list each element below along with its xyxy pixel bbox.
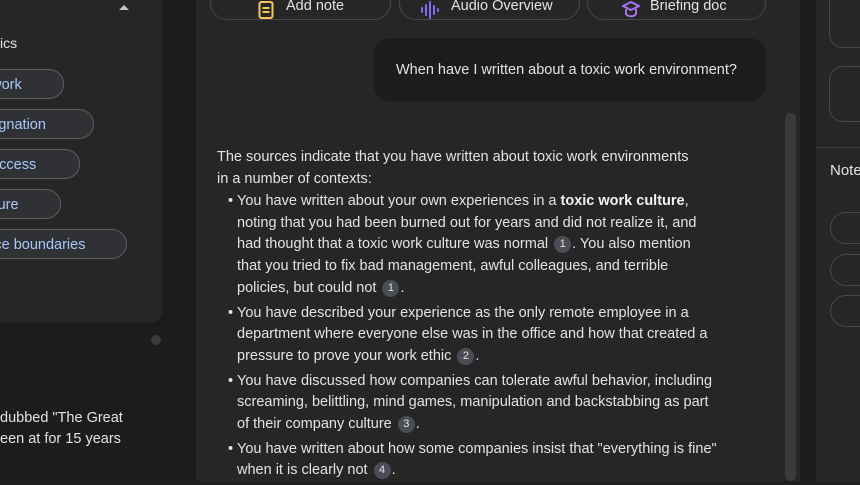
notes-divider: [816, 147, 860, 148]
answer-intro-line: The sources indicate that you have writt…: [217, 149, 689, 165]
notes-heading: Note: [830, 162, 860, 179]
citation-badge[interactable]: 3: [397, 416, 415, 434]
add-note-button[interactable]: Add note: [210, 0, 391, 20]
scroll-indicator[interactable]: [151, 335, 161, 345]
snippet-line: dubbed "The Great: [0, 410, 123, 426]
bullet-text: You have written about your own experien…: [237, 193, 561, 209]
audio-overview-button[interactable]: Audio Overview: [399, 0, 580, 20]
topic-chip[interactable]: place boundaries: [0, 229, 127, 259]
bullet-text: .: [391, 462, 396, 479]
bullet-text: You have written about how some companie…: [237, 440, 717, 479]
user-message-bubble: When have I written about a toxic work e…: [374, 38, 766, 101]
topics-section-label: ics: [0, 35, 18, 51]
topic-chip[interactable]: culture: [0, 189, 61, 219]
answer-intro-line: in a number of contexts:: [217, 171, 372, 187]
panel-gap: [180, 0, 196, 481]
notes-action-button[interactable]: [830, 254, 860, 286]
bullet-bold-text: toxic work culture: [560, 193, 685, 209]
answer-bullet: You have discussed how companies can tol…: [217, 371, 717, 436]
topic-chip[interactable]: r success: [0, 149, 80, 179]
topic-chip[interactable]: resignation: [0, 109, 94, 139]
left-column: ics te work resignation r success cultur…: [0, 0, 180, 481]
user-message-text: When have I written about a toxic work e…: [396, 62, 737, 78]
source-snippet: dubbed "The Great een at for 15 years: [0, 408, 123, 450]
studio-card[interactable]: [829, 66, 860, 122]
snippet-line: een at for 15 years: [0, 431, 121, 447]
answer-intro: The sources indicate that you have writt…: [217, 146, 717, 190]
add-note-label: Add note: [286, 0, 345, 14]
assistant-answer: The sources indicate that you have writt…: [217, 146, 717, 485]
panel-gap: [800, 0, 816, 481]
audio-overview-card[interactable]: [829, 0, 860, 48]
briefing-doc-label: Briefing doc: [650, 0, 727, 14]
answer-bullet-list: You have written about your own experien…: [217, 191, 717, 482]
waveform-icon: [420, 1, 439, 19]
bullet-text: .: [475, 347, 480, 364]
citation-badge[interactable]: 2: [457, 347, 475, 365]
notes-action-button[interactable]: [830, 295, 860, 327]
bullet-text: .: [415, 416, 420, 433]
audio-overview-label: Audio Overview: [451, 0, 553, 14]
chevron-up-icon[interactable]: [118, 2, 130, 12]
briefing-icon: [621, 1, 640, 19]
topic-chip[interactable]: te work: [0, 69, 64, 99]
notes-action-button[interactable]: [830, 212, 860, 244]
bullet-text: You have discussed how companies can tol…: [237, 372, 713, 433]
citation-badge[interactable]: 4: [373, 462, 391, 480]
note-icon: [258, 1, 276, 19]
bullet-text: .: [400, 279, 405, 296]
answer-bullet: You have written about how some companie…: [217, 439, 717, 482]
answer-bullet: You have written about your own experien…: [217, 191, 717, 300]
chat-scrollbar[interactable]: [785, 113, 796, 481]
answer-bullet: You have described your experience as th…: [217, 303, 717, 368]
briefing-doc-button[interactable]: Briefing doc: [587, 0, 766, 20]
citation-badge[interactable]: 1: [382, 279, 400, 297]
citation-badge[interactable]: 1: [554, 236, 572, 254]
